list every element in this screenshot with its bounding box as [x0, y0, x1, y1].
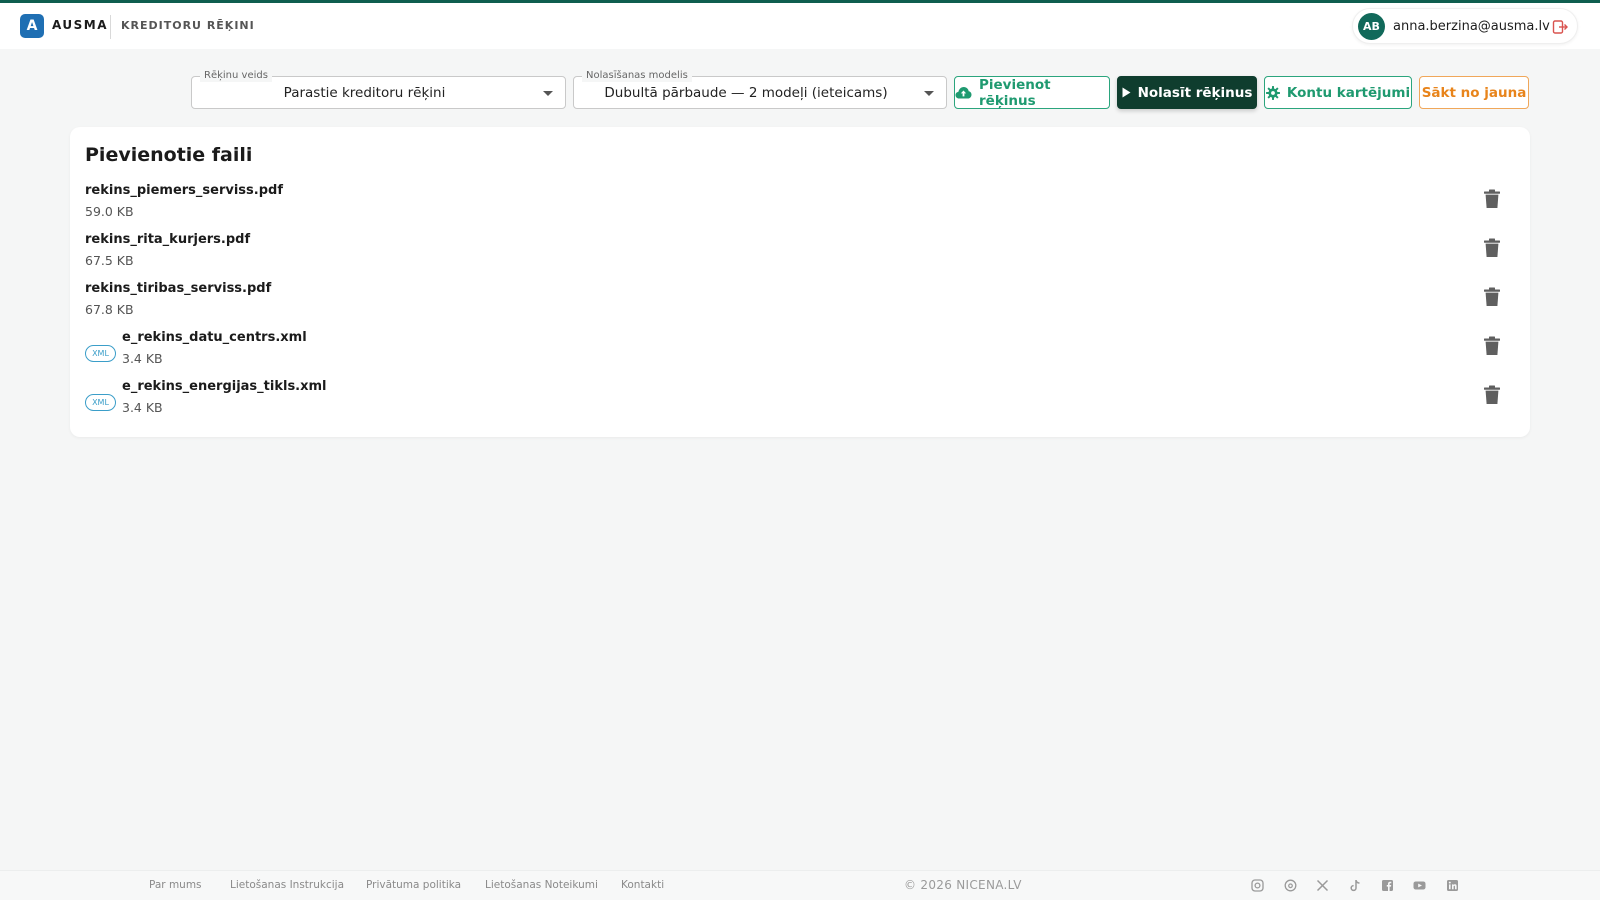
chevron-down-icon [543, 91, 553, 96]
model-legend: Nolasīšanas modelis [582, 70, 692, 82]
invoice-type-select[interactable]: Rēķinu veids Parastie kreditoru rēķini [191, 70, 566, 109]
file-name: rekins_tiribas_serviss.pdf [85, 281, 272, 296]
xml-badge: XML [85, 394, 116, 411]
file-size: 3.4 KB [122, 400, 163, 415]
add-invoices-button[interactable]: Pievienot rēķinus [954, 76, 1110, 109]
logo-mark[interactable]: A [20, 14, 44, 38]
attached-files-card: Pievienotie faili rekins_piemers_serviss… [70, 127, 1530, 437]
brand-name[interactable]: AUSMA [52, 18, 108, 32]
footer-link-terms[interactable]: Lietošanas Noteikumi [485, 879, 598, 891]
file-size: 3.4 KB [122, 351, 163, 366]
model-value: Dubultā pārbaude — 2 modeļi (ieteicams) [604, 85, 888, 101]
trash-icon[interactable] [1483, 238, 1501, 258]
file-row: XML e_rekins_datu_centrs.xml 3.4 KB [85, 330, 1505, 374]
avatar: AB [1358, 13, 1385, 40]
instagram-icon[interactable] [1251, 879, 1264, 892]
logout-icon[interactable] [1552, 19, 1568, 35]
file-name: rekins_rita_kurjers.pdf [85, 232, 251, 247]
file-row: rekins_rita_kurjers.pdf 67.5 KB [85, 232, 1505, 276]
footer-link-instructions[interactable]: Lietošanas Instrukcija [230, 879, 344, 891]
threads-icon[interactable] [1284, 879, 1297, 892]
file-size: 67.8 KB [85, 302, 134, 317]
play-icon [1122, 87, 1131, 98]
header-divider [110, 15, 111, 39]
cloud-upload-icon [955, 87, 972, 99]
linkedin-icon[interactable] [1446, 879, 1459, 892]
restart-label: Sākt no jauna [1421, 84, 1527, 101]
account-mappings-button[interactable]: Kontu kartējumi [1264, 76, 1412, 109]
trash-icon[interactable] [1483, 385, 1501, 405]
invoice-type-value: Parastie kreditoru rēķini [283, 85, 446, 101]
account-mappings-label: Kontu kartējumi [1286, 84, 1411, 101]
file-row: rekins_tiribas_serviss.pdf 67.8 KB [85, 281, 1505, 325]
gear-icon [1265, 85, 1280, 100]
add-invoices-label: Pievienot rēķinus [979, 76, 1051, 109]
facebook-icon[interactable] [1381, 879, 1394, 892]
file-size: 59.0 KB [85, 204, 134, 219]
footer-link-contacts[interactable]: Kontakti [621, 879, 664, 891]
app-header: A AUSMA KREDITORU RĒĶINI AB anna.berzina… [0, 3, 1600, 49]
file-size: 67.5 KB [85, 253, 134, 268]
read-invoices-button[interactable]: Nolasīt rēķinus [1117, 76, 1257, 109]
chevron-down-icon [924, 91, 934, 96]
file-name: rekins_piemers_serviss.pdf [85, 183, 283, 198]
trash-icon[interactable] [1483, 287, 1501, 307]
youtube-icon[interactable] [1413, 879, 1426, 892]
invoice-type-legend: Rēķinu veids [200, 70, 272, 82]
x-icon[interactable] [1316, 879, 1329, 892]
model-select[interactable]: Nolasīšanas modelis Dubultā pārbaude — 2… [573, 70, 947, 109]
section-title: KREDITORU RĒĶINI [121, 19, 255, 32]
copyright: © 2026 NICENA.LV [904, 878, 1022, 892]
file-name: e_rekins_datu_centrs.xml [122, 330, 307, 345]
trash-icon[interactable] [1483, 189, 1501, 209]
file-row: rekins_piemers_serviss.pdf 59.0 KB [85, 183, 1505, 227]
file-name: e_rekins_energijas_tikls.xml [122, 379, 327, 394]
footer-link-about[interactable]: Par mums [149, 879, 202, 891]
tiktok-icon[interactable] [1349, 879, 1362, 892]
footer: Par mums Lietošanas Instrukcija Privātum… [0, 870, 1600, 900]
trash-icon[interactable] [1483, 336, 1501, 356]
card-title: Pievienotie faili [85, 144, 253, 166]
file-row: XML e_rekins_energijas_tikls.xml 3.4 KB [85, 379, 1505, 423]
footer-link-privacy[interactable]: Privātuma politika [366, 879, 461, 891]
restart-button[interactable]: Sākt no jauna [1419, 76, 1529, 109]
user-email: anna.berzina@ausma.lv [1393, 19, 1550, 34]
read-invoices-label: Nolasīt rēķinus [1137, 84, 1253, 101]
xml-badge: XML [85, 345, 116, 362]
user-menu[interactable]: AB anna.berzina@ausma.lv [1352, 8, 1578, 44]
